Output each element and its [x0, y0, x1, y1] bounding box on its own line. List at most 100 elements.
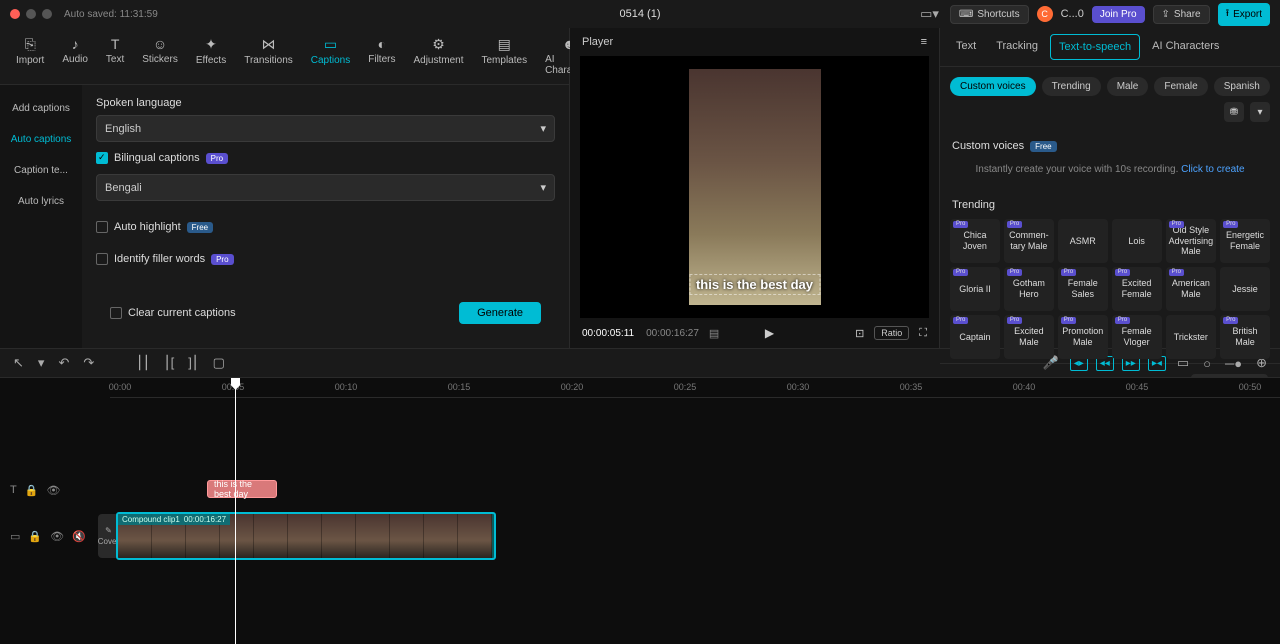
- tab-text[interactable]: Text: [948, 34, 984, 60]
- sidebar-item-auto-captions[interactable]: Auto captions: [0, 124, 82, 155]
- lock-icon[interactable]: 🔒: [28, 530, 42, 543]
- aspect-icon[interactable]: ▭▾: [917, 3, 942, 25]
- media-tab-captions[interactable]: ▭Captions: [303, 32, 358, 80]
- ruler-mark: 00:10: [335, 382, 358, 392]
- voice-card[interactable]: ProChica Joven: [950, 219, 1000, 263]
- tool-dropdown[interactable]: ▾: [35, 352, 48, 374]
- voice-card[interactable]: ProCaptain: [950, 315, 1000, 359]
- ruler-mark: 00:35: [900, 382, 923, 392]
- media-tab-stickers[interactable]: ☺Stickers: [134, 32, 186, 80]
- tab-tracking[interactable]: Tracking: [988, 34, 1046, 60]
- ruler-mark: 00:20: [561, 382, 584, 392]
- video-frame: this is the best day: [689, 69, 821, 305]
- minimize-window[interactable]: [26, 9, 36, 19]
- snapshot-icon[interactable]: ⊡: [855, 327, 864, 340]
- fullscreen-icon[interactable]: ⛶: [919, 327, 927, 340]
- filter-spanish[interactable]: Spanish: [1214, 77, 1270, 96]
- play-button[interactable]: ▶: [765, 326, 774, 340]
- media-tab-import[interactable]: ⎘Import: [8, 32, 52, 80]
- bilingual-label: Bilingual captions: [114, 152, 200, 164]
- mute-icon[interactable]: 🔇: [72, 530, 86, 543]
- filter-dropdown-icon[interactable]: ▾: [1250, 102, 1270, 122]
- create-voice-link[interactable]: Click to create: [1181, 164, 1244, 175]
- caption-overlay[interactable]: this is the best day: [689, 274, 820, 295]
- timeline[interactable]: 00:0000:0500:1000:1500:2000:2500:3000:35…: [0, 378, 1280, 644]
- sidebar-item-caption-te---[interactable]: Caption te...: [0, 155, 82, 186]
- close-window[interactable]: [10, 9, 20, 19]
- voice-card[interactable]: ProGloria II: [950, 267, 1000, 311]
- media-tab-audio[interactable]: ♪Audio: [54, 32, 96, 80]
- filter-settings-icon[interactable]: ⛃: [1224, 102, 1244, 122]
- clip-thumbnail: [390, 514, 424, 558]
- share-button[interactable]: ⇪ Share: [1153, 5, 1210, 24]
- clear-captions-checkbox[interactable]: [110, 307, 122, 319]
- voice-card[interactable]: ASMR: [1058, 219, 1108, 263]
- voice-card[interactable]: ProBritish Male: [1220, 315, 1270, 359]
- voice-card[interactable]: ProOld Style Advertising Male: [1166, 219, 1217, 263]
- media-tab-filters[interactable]: ◐Filters: [360, 32, 403, 80]
- player-menu-icon[interactable]: ≡: [921, 36, 927, 48]
- sidebar-item-add-captions[interactable]: Add captions: [0, 93, 82, 124]
- video-track: ▭ 🔒 👁 🔇 ✎ Cover Compound clip1 00:00:16:…: [0, 510, 1280, 562]
- maximize-window[interactable]: [42, 9, 52, 19]
- clip-thumbnail: [254, 514, 288, 558]
- voice-card[interactable]: ProCommen-tary Male: [1004, 219, 1054, 263]
- shortcuts-button[interactable]: ⌨ Shortcuts: [950, 5, 1029, 24]
- ratio-button[interactable]: Ratio: [874, 326, 909, 340]
- user-name: C...0: [1061, 8, 1084, 20]
- split-right-tool[interactable]: ]⎮: [185, 352, 201, 374]
- voice-card[interactable]: ProExcited Male: [1004, 315, 1054, 359]
- user-avatar[interactable]: C: [1037, 6, 1053, 22]
- eye-icon[interactable]: 👁: [50, 530, 64, 543]
- undo-button[interactable]: ↶: [55, 352, 72, 374]
- media-tab-transitions[interactable]: ⋈Transitions: [236, 32, 301, 80]
- eye-icon[interactable]: 👁: [46, 484, 60, 497]
- media-tabs: ⎘Import♪AudioTText☺Stickers✦Effects⋈Tran…: [0, 28, 569, 85]
- lock-icon[interactable]: 🔒: [25, 484, 39, 497]
- media-tab-adjustment[interactable]: ⚙Adjustment: [405, 32, 471, 80]
- filter-female[interactable]: Female: [1154, 77, 1207, 96]
- second-language-select[interactable]: Bengali ▾: [96, 174, 555, 201]
- list-icon[interactable]: ▤: [709, 327, 719, 340]
- voice-card[interactable]: Lois: [1112, 219, 1162, 263]
- join-pro-button[interactable]: Join Pro: [1092, 6, 1145, 23]
- split-left-tool[interactable]: ⎮[: [161, 352, 177, 374]
- voice-card[interactable]: ProExcited Female: [1112, 267, 1162, 311]
- delete-tool[interactable]: ▢: [210, 352, 228, 374]
- tab-text-to-speech[interactable]: Text-to-speech: [1050, 34, 1140, 60]
- video-clip[interactable]: Compound clip1 00:00:16:27: [116, 512, 496, 560]
- tab-ai-characters[interactable]: AI Characters: [1144, 34, 1227, 60]
- media-tab-text[interactable]: TText: [98, 32, 132, 80]
- redo-button[interactable]: ↷: [80, 352, 97, 374]
- pointer-tool[interactable]: ↖: [10, 352, 27, 374]
- voice-card[interactable]: ProEnergetic Female: [1220, 219, 1270, 263]
- voice-card[interactable]: Jessie: [1220, 267, 1270, 311]
- filter-custom-voices[interactable]: Custom voices: [950, 77, 1036, 96]
- auto-highlight-checkbox[interactable]: [96, 221, 108, 233]
- text-track-icon[interactable]: T: [10, 484, 17, 497]
- playhead[interactable]: [235, 378, 236, 644]
- voice-card[interactable]: ProAmerican Male: [1166, 267, 1217, 311]
- voice-card[interactable]: ProFemale Vloger: [1112, 315, 1162, 359]
- voice-card[interactable]: ProGotham Hero: [1004, 267, 1054, 311]
- voice-card[interactable]: ProPromotion Male: [1058, 315, 1108, 359]
- split-tool[interactable]: ⎮⎮: [133, 352, 153, 374]
- clip-duration: 00:00:16:27: [184, 515, 226, 524]
- voice-card[interactable]: ProFemale Sales: [1058, 267, 1108, 311]
- timeline-ruler[interactable]: 00:0000:0500:1000:1500:2000:2500:3000:35…: [110, 378, 1280, 398]
- spoken-language-select[interactable]: English ▾: [96, 115, 555, 142]
- player-view[interactable]: this is the best day: [580, 56, 929, 318]
- voice-card[interactable]: Trickster: [1166, 315, 1217, 359]
- media-tab-effects[interactable]: ✦Effects: [188, 32, 234, 80]
- captions-sidebar: Add captionsAuto captionsCaption te...Au…: [0, 85, 82, 348]
- media-tab-templates[interactable]: ▤Templates: [474, 32, 536, 80]
- export-button[interactable]: ⭱ Export: [1218, 3, 1270, 26]
- sidebar-item-auto-lyrics[interactable]: Auto lyrics: [0, 186, 82, 217]
- video-track-icon[interactable]: ▭: [10, 530, 20, 543]
- generate-button[interactable]: Generate: [459, 302, 541, 324]
- filler-words-checkbox[interactable]: [96, 253, 108, 265]
- bilingual-checkbox[interactable]: [96, 152, 108, 164]
- filter-trending[interactable]: Trending: [1042, 77, 1101, 96]
- filter-male[interactable]: Male: [1107, 77, 1149, 96]
- caption-clip[interactable]: this is the best day: [207, 480, 277, 498]
